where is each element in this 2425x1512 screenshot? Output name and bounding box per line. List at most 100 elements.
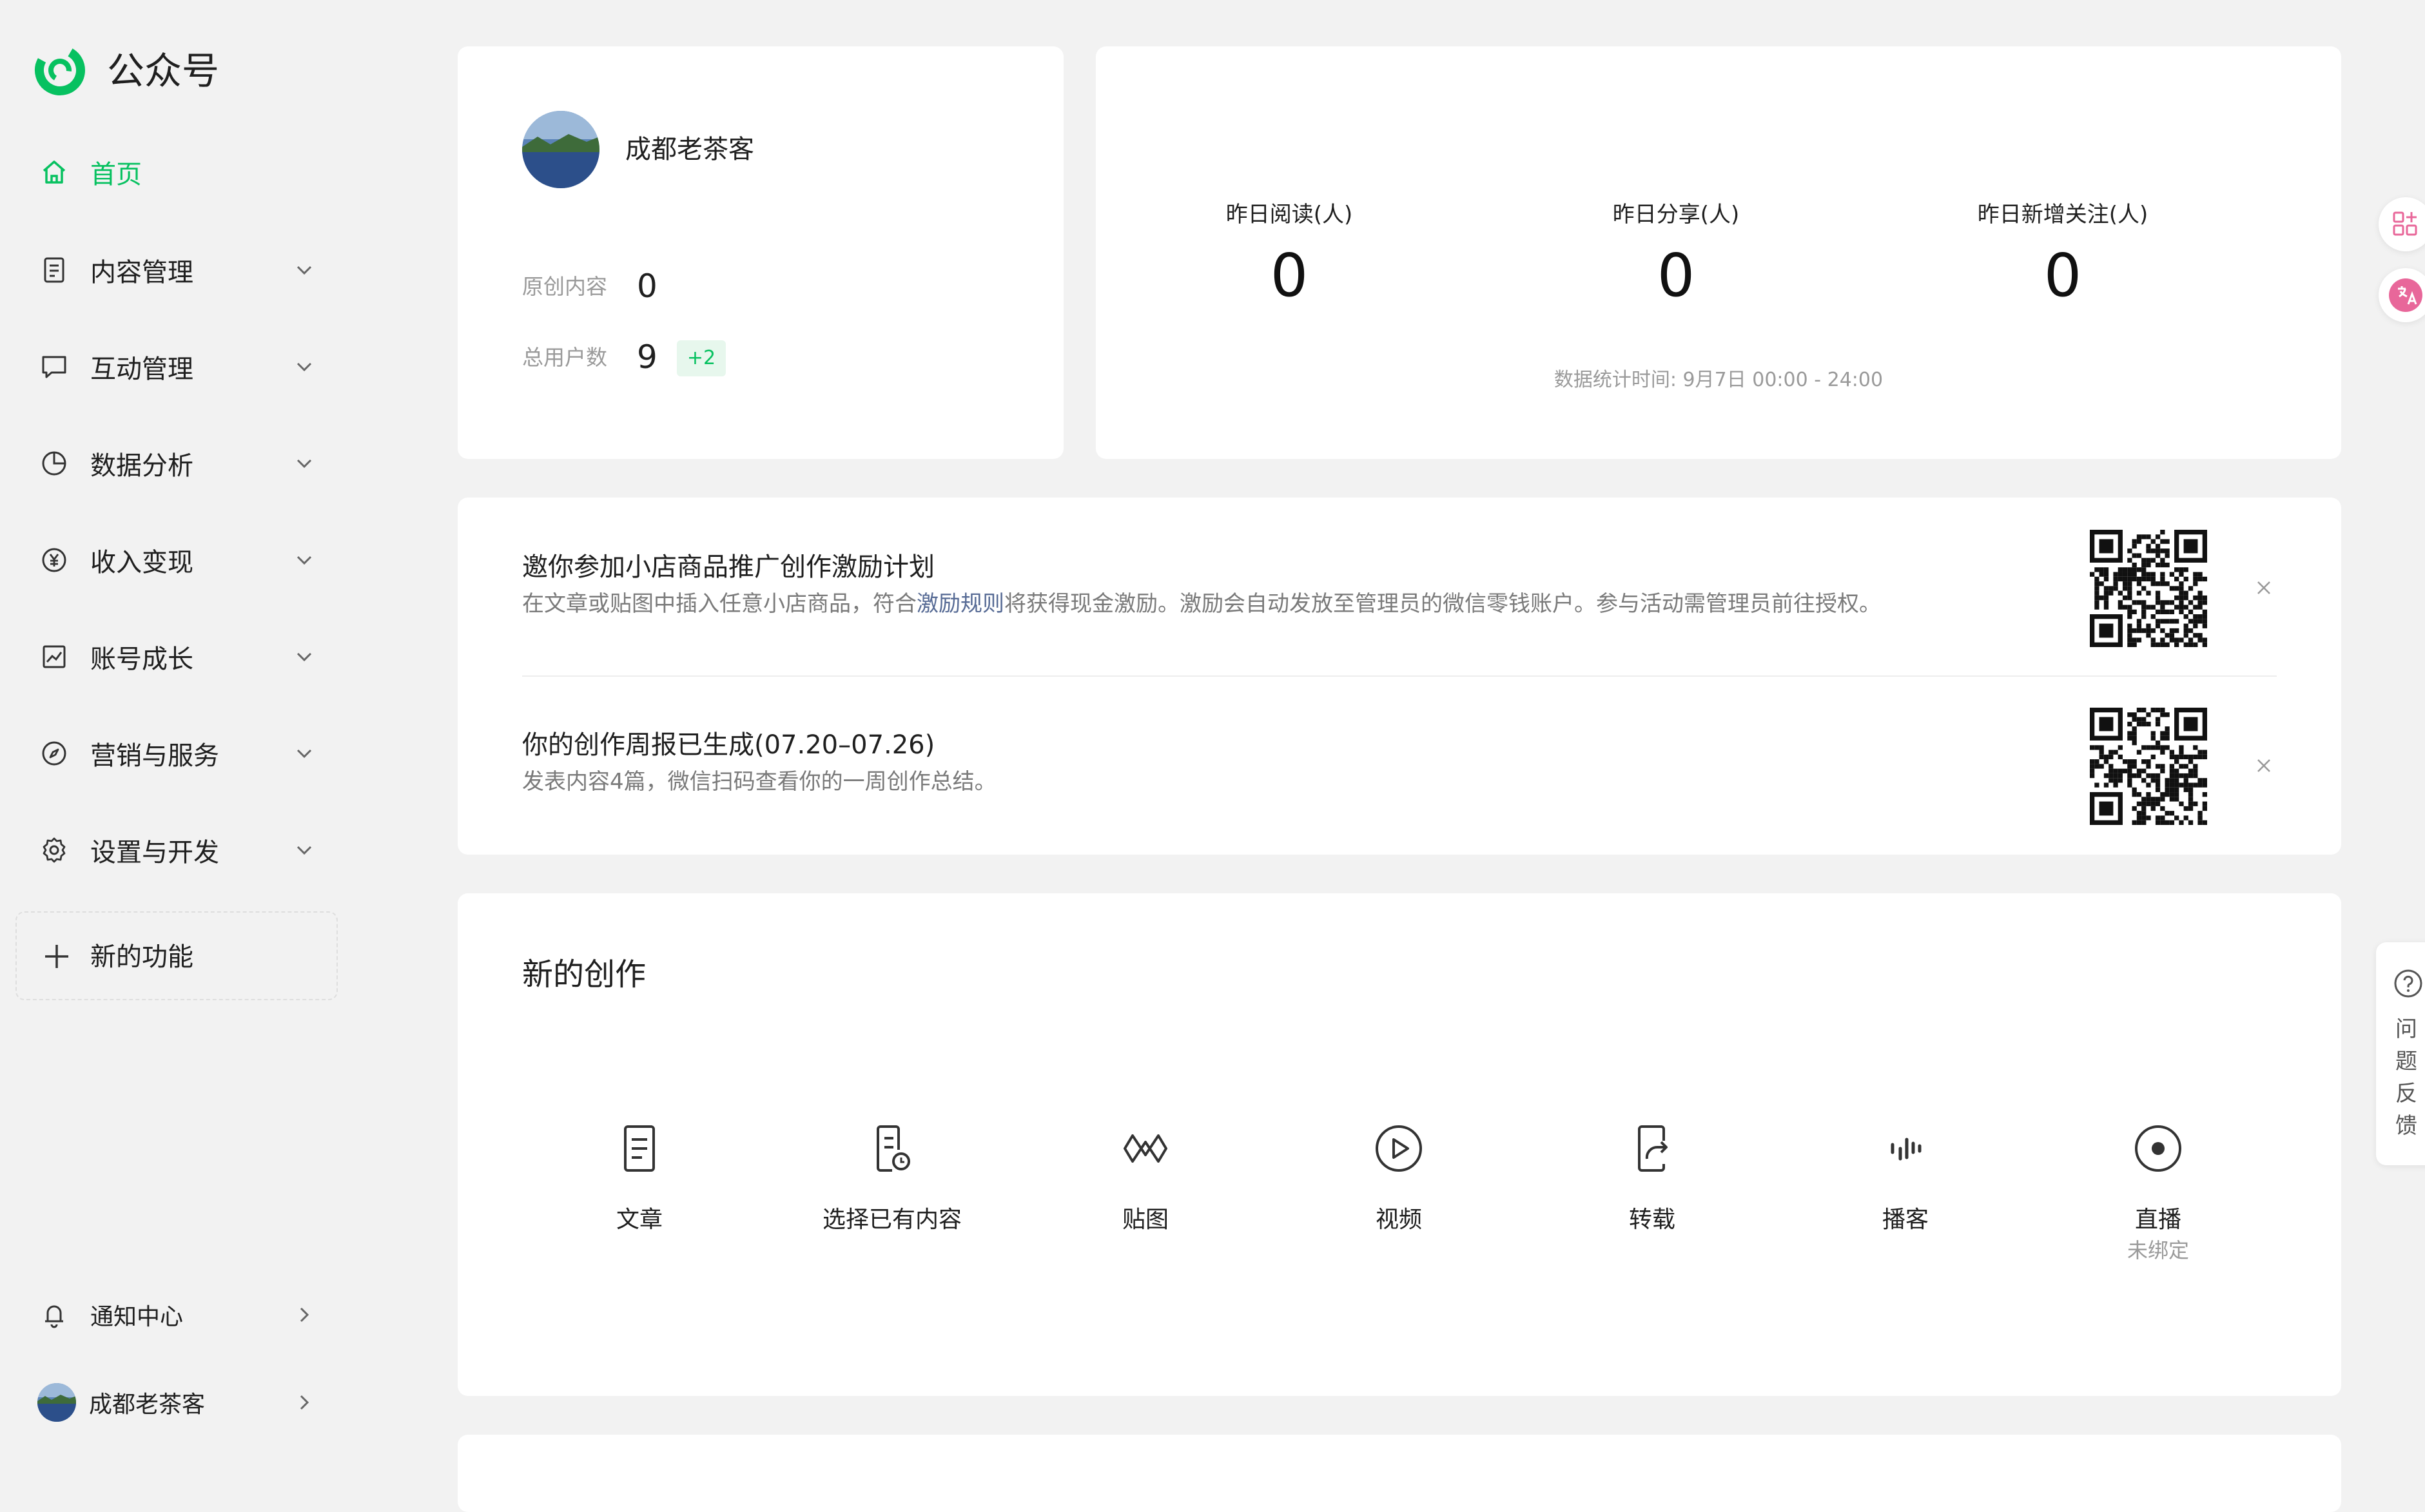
gear-icon — [39, 835, 70, 866]
bell-icon — [39, 1299, 70, 1330]
live-icon — [2131, 1121, 2185, 1176]
avatar[interactable] — [522, 111, 599, 188]
sidebar-item-label: 互动管理 — [90, 354, 193, 384]
translate-icon — [2388, 277, 2424, 313]
create-image-post-button[interactable]: 贴图 — [1049, 1121, 1242, 1236]
sidebar-item-label: 数据分析 — [90, 451, 193, 481]
notification-center-link[interactable]: 通知中心 — [39, 1289, 316, 1341]
tool-label: 直播 — [2134, 1207, 2181, 1233]
tool-label: 文章 — [616, 1207, 663, 1233]
article-icon — [612, 1121, 667, 1176]
translate-button[interactable] — [2379, 268, 2425, 322]
notice-description: 在文章或贴图中插入任意小店商品，符合激励规则将获得现金激励。激励会自动发放至管理… — [522, 588, 1881, 620]
feedback-button[interactable]: 问题反馈 — [2376, 942, 2425, 1165]
notice-desc-text: 将获得现金激励。激励会自动发放至管理员的微信零钱账户。参与活动需管理员前往授权。 — [1004, 591, 1881, 617]
tool-label: 播客 — [1882, 1207, 1929, 1233]
existing-content-icon — [865, 1121, 919, 1176]
tool-label: 贴图 — [1122, 1207, 1169, 1233]
chevron-down-icon — [293, 548, 316, 572]
original-content-label: 原创内容 — [522, 274, 607, 299]
sidebar-item-label: 营销与服务 — [90, 741, 219, 771]
stat-reads-value: 0 — [1270, 241, 1309, 310]
logo-icon — [32, 43, 88, 98]
feedback-label: 问题反馈 — [2395, 1016, 2417, 1139]
sidebar-item-monetization[interactable]: 收入变现 — [39, 531, 316, 589]
incentive-rules-link[interactable]: 激励规则 — [917, 591, 1004, 617]
chat-icon — [39, 351, 70, 382]
divider — [522, 675, 2277, 677]
stats-card: 昨日阅读(人) 0 昨日分享(人) 0 昨日新增关注(人) 0 数据统计时间: … — [1096, 46, 2341, 459]
stat-shares: 昨日分享(人) 0 — [1483, 199, 1869, 315]
close-icon[interactable] — [2252, 754, 2275, 777]
stat-shares-label: 昨日分享(人) — [1612, 202, 1740, 228]
chevron-right-icon — [293, 1391, 316, 1414]
next-section-card — [458, 1435, 2341, 1512]
trend-chart-icon — [39, 641, 70, 672]
account-name: 成都老茶客 — [625, 135, 754, 164]
sidebar-item-content[interactable]: 内容管理 — [39, 241, 316, 299]
stat-follows-value: 0 — [2043, 241, 2082, 310]
home-icon — [39, 157, 70, 188]
start-live-button[interactable]: 直播 未绑定 — [2061, 1121, 2255, 1265]
notice-title: 你的创作周报已生成(07.20–07.26) — [522, 730, 935, 760]
sidebar-item-label: 内容管理 — [90, 258, 193, 287]
sidebar-item-label: 首页 — [90, 160, 142, 189]
create-podcast-button[interactable]: 播客 — [1809, 1121, 2002, 1236]
chevron-down-icon — [293, 355, 316, 378]
users-delta-badge: +2 — [677, 340, 726, 376]
create-video-button[interactable]: 视频 — [1302, 1121, 1495, 1236]
notices-card: 邀你参加小店商品推广创作激励计划 在文章或贴图中插入任意小店商品，符合激励规则将… — [458, 498, 2341, 855]
new-feature-button[interactable]: 新的功能 — [15, 911, 338, 1000]
stat-shares-value: 0 — [1657, 241, 1695, 310]
sidebar: 公众号 首页 内容管理 互动管理 数据分析 收入变现 账号成长 营销与服务 设置… — [0, 0, 374, 1478]
sidebar-item-home[interactable]: 首页 — [39, 143, 316, 201]
notice-description: 发表内容4篇，微信扫码查看你的一周创作总结。 — [522, 769, 997, 795]
choose-existing-content-button[interactable]: 选择已有内容 — [795, 1121, 989, 1236]
notice-title: 邀你参加小店商品推广创作激励计划 — [522, 552, 935, 582]
create-article-button[interactable]: 文章 — [543, 1121, 736, 1236]
account-menu-link[interactable]: 成都老茶客 — [37, 1377, 316, 1428]
account-name-label: 成都老茶客 — [89, 1391, 206, 1418]
sidebar-item-interaction[interactable]: 互动管理 — [39, 338, 316, 396]
chevron-down-icon — [293, 452, 316, 475]
add-widget-button[interactable] — [2379, 197, 2425, 251]
stat-follows: 昨日新增关注(人) 0 — [1869, 199, 2256, 315]
sidebar-item-label: 账号成长 — [90, 645, 193, 674]
notice-desc-text: 在文章或贴图中插入任意小店商品，符合 — [522, 591, 917, 617]
sidebar-item-marketing[interactable]: 营销与服务 — [39, 724, 316, 782]
image-post-icon — [1118, 1121, 1173, 1176]
video-play-icon — [1372, 1121, 1426, 1176]
stat-follows-label: 昨日新增关注(人) — [1977, 202, 2148, 228]
sidebar-item-growth[interactable]: 账号成长 — [39, 628, 316, 686]
total-users-label: 总用户数 — [522, 345, 607, 370]
document-icon — [39, 255, 70, 286]
repost-icon — [1625, 1121, 1679, 1176]
close-icon[interactable] — [2252, 576, 2275, 599]
chevron-down-icon — [293, 742, 316, 765]
sidebar-item-settings[interactable]: 设置与开发 — [39, 821, 316, 879]
sidebar-item-label: 设置与开发 — [90, 838, 219, 867]
question-icon — [2393, 968, 2424, 999]
yen-icon — [39, 545, 70, 576]
qr-code-image — [2090, 530, 2207, 647]
podcast-icon — [1878, 1121, 1933, 1176]
tool-label: 转载 — [1628, 1207, 1675, 1233]
qr-code-image — [2090, 708, 2207, 825]
stats-time-note: 数据统计时间: 9月7日 00:00 - 24:00 — [1553, 369, 1884, 391]
chevron-down-icon — [293, 645, 316, 668]
compass-icon — [39, 738, 70, 769]
account-card: 成都老茶客 原创内容 0 总用户数 9 +2 — [458, 46, 1064, 459]
section-title: 新的创作 — [522, 956, 647, 993]
stat-reads: 昨日阅读(人) 0 — [1096, 199, 1483, 315]
plus-icon — [43, 942, 71, 971]
app-title: 公众号 — [107, 49, 220, 93]
stat-reads-label: 昨日阅读(人) — [1225, 202, 1353, 228]
grid-plus-icon — [2391, 210, 2420, 238]
avatar — [37, 1383, 76, 1422]
sidebar-item-analytics[interactable]: 数据分析 — [39, 434, 316, 492]
chevron-down-icon — [293, 258, 316, 282]
new-feature-label: 新的功能 — [90, 942, 193, 972]
tool-sublabel: 未绑定 — [2127, 1238, 2189, 1263]
repost-button[interactable]: 转载 — [1555, 1121, 1749, 1236]
chevron-down-icon — [293, 838, 316, 862]
